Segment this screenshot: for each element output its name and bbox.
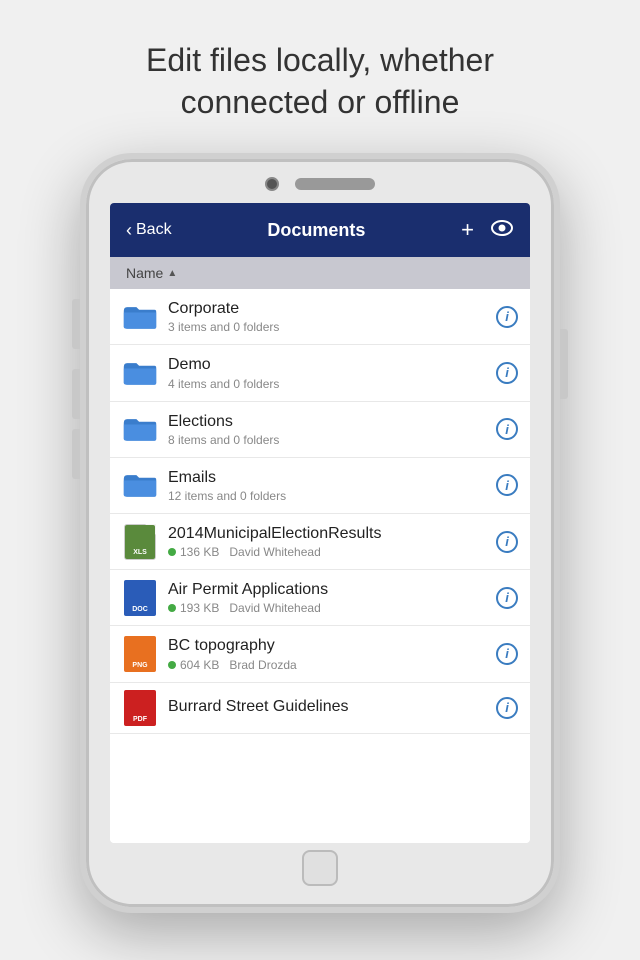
sync-dot (168, 548, 176, 556)
item-content: Elections 8 items and 0 folders (168, 412, 488, 447)
item-name: Corporate (168, 299, 488, 318)
home-button[interactable] (302, 850, 338, 886)
item-name: Burrard Street Guidelines (168, 697, 488, 716)
png-file-icon: PNG (122, 639, 158, 669)
phone-shell: ‹ Back Documents + Name ▲ (80, 153, 560, 913)
back-button[interactable]: ‹ Back (126, 220, 172, 241)
item-meta: 604 KB Brad Drozda (168, 658, 488, 672)
sort-label: Name (126, 265, 163, 281)
doc-file-icon: DOC (122, 583, 158, 613)
item-content: BC topography 604 KB Brad Drozda (168, 636, 488, 671)
info-button[interactable]: i (496, 418, 518, 440)
file-list: Corporate 3 items and 0 folders i Demo 4… (110, 289, 530, 843)
list-item[interactable]: Emails 12 items and 0 folders i (110, 458, 530, 514)
xls-file-icon: XLS (122, 527, 158, 557)
list-item[interactable]: Demo 4 items and 0 folders i (110, 345, 530, 401)
folder-icon (122, 302, 158, 332)
list-item[interactable]: PNG BC topography 604 KB Brad Drozda i (110, 626, 530, 682)
folder-icon (122, 414, 158, 444)
visibility-button[interactable] (490, 219, 514, 242)
sort-arrow-icon: ▲ (167, 268, 177, 279)
item-meta: 193 KB David Whitehead (168, 601, 488, 615)
list-item[interactable]: DOC Air Permit Applications 193 KB David… (110, 570, 530, 626)
info-button[interactable]: i (496, 531, 518, 553)
info-button[interactable]: i (496, 697, 518, 719)
folder-icon (122, 358, 158, 388)
item-content: Demo 4 items and 0 folders (168, 355, 488, 390)
item-name: Air Permit Applications (168, 580, 488, 599)
item-content: Air Permit Applications 193 KB David Whi… (168, 580, 488, 615)
item-name: BC topography (168, 636, 488, 655)
info-button[interactable]: i (496, 306, 518, 328)
item-meta: 136 KB David Whitehead (168, 545, 488, 559)
back-chevron-icon: ‹ (126, 220, 132, 241)
add-button[interactable]: + (461, 217, 474, 243)
info-button[interactable]: i (496, 474, 518, 496)
nav-actions: + (461, 217, 514, 243)
sync-dot (168, 661, 176, 669)
list-item[interactable]: Corporate 3 items and 0 folders i (110, 289, 530, 345)
camera-icon (265, 177, 279, 191)
item-meta: 3 items and 0 folders (168, 320, 488, 334)
phone-screen: ‹ Back Documents + Name ▲ (110, 203, 530, 843)
item-meta: 12 items and 0 folders (168, 489, 488, 503)
earpiece-icon (295, 178, 375, 190)
sync-dot (168, 604, 176, 612)
item-name: Elections (168, 412, 488, 431)
tagline: Edit files locally, whetherconnected or … (86, 0, 554, 153)
nav-bar: ‹ Back Documents + (110, 203, 530, 257)
item-content: Emails 12 items and 0 folders (168, 468, 488, 503)
item-content: 2014MunicipalElectionResults 136 KB Davi… (168, 524, 488, 559)
list-item[interactable]: XLS 2014MunicipalElectionResults 136 KB … (110, 514, 530, 570)
folder-icon (122, 470, 158, 500)
info-button[interactable]: i (496, 362, 518, 384)
info-button[interactable]: i (496, 587, 518, 609)
list-item[interactable]: PDF Burrard Street Guidelines i (110, 683, 530, 734)
info-button[interactable]: i (496, 643, 518, 665)
item-name: 2014MunicipalElectionResults (168, 524, 488, 543)
item-name: Demo (168, 355, 488, 374)
back-label: Back (136, 221, 172, 239)
item-content: Burrard Street Guidelines (168, 697, 488, 718)
list-item[interactable]: Elections 8 items and 0 folders i (110, 402, 530, 458)
home-bar (86, 843, 554, 893)
nav-title: Documents (267, 220, 365, 241)
item-name: Emails (168, 468, 488, 487)
item-content: Corporate 3 items and 0 folders (168, 299, 488, 334)
item-meta: 8 items and 0 folders (168, 433, 488, 447)
item-meta: 4 items and 0 folders (168, 377, 488, 391)
sort-header[interactable]: Name ▲ (110, 257, 530, 289)
phone-top-bar (86, 159, 554, 203)
pdf-file-icon: PDF (122, 693, 158, 723)
